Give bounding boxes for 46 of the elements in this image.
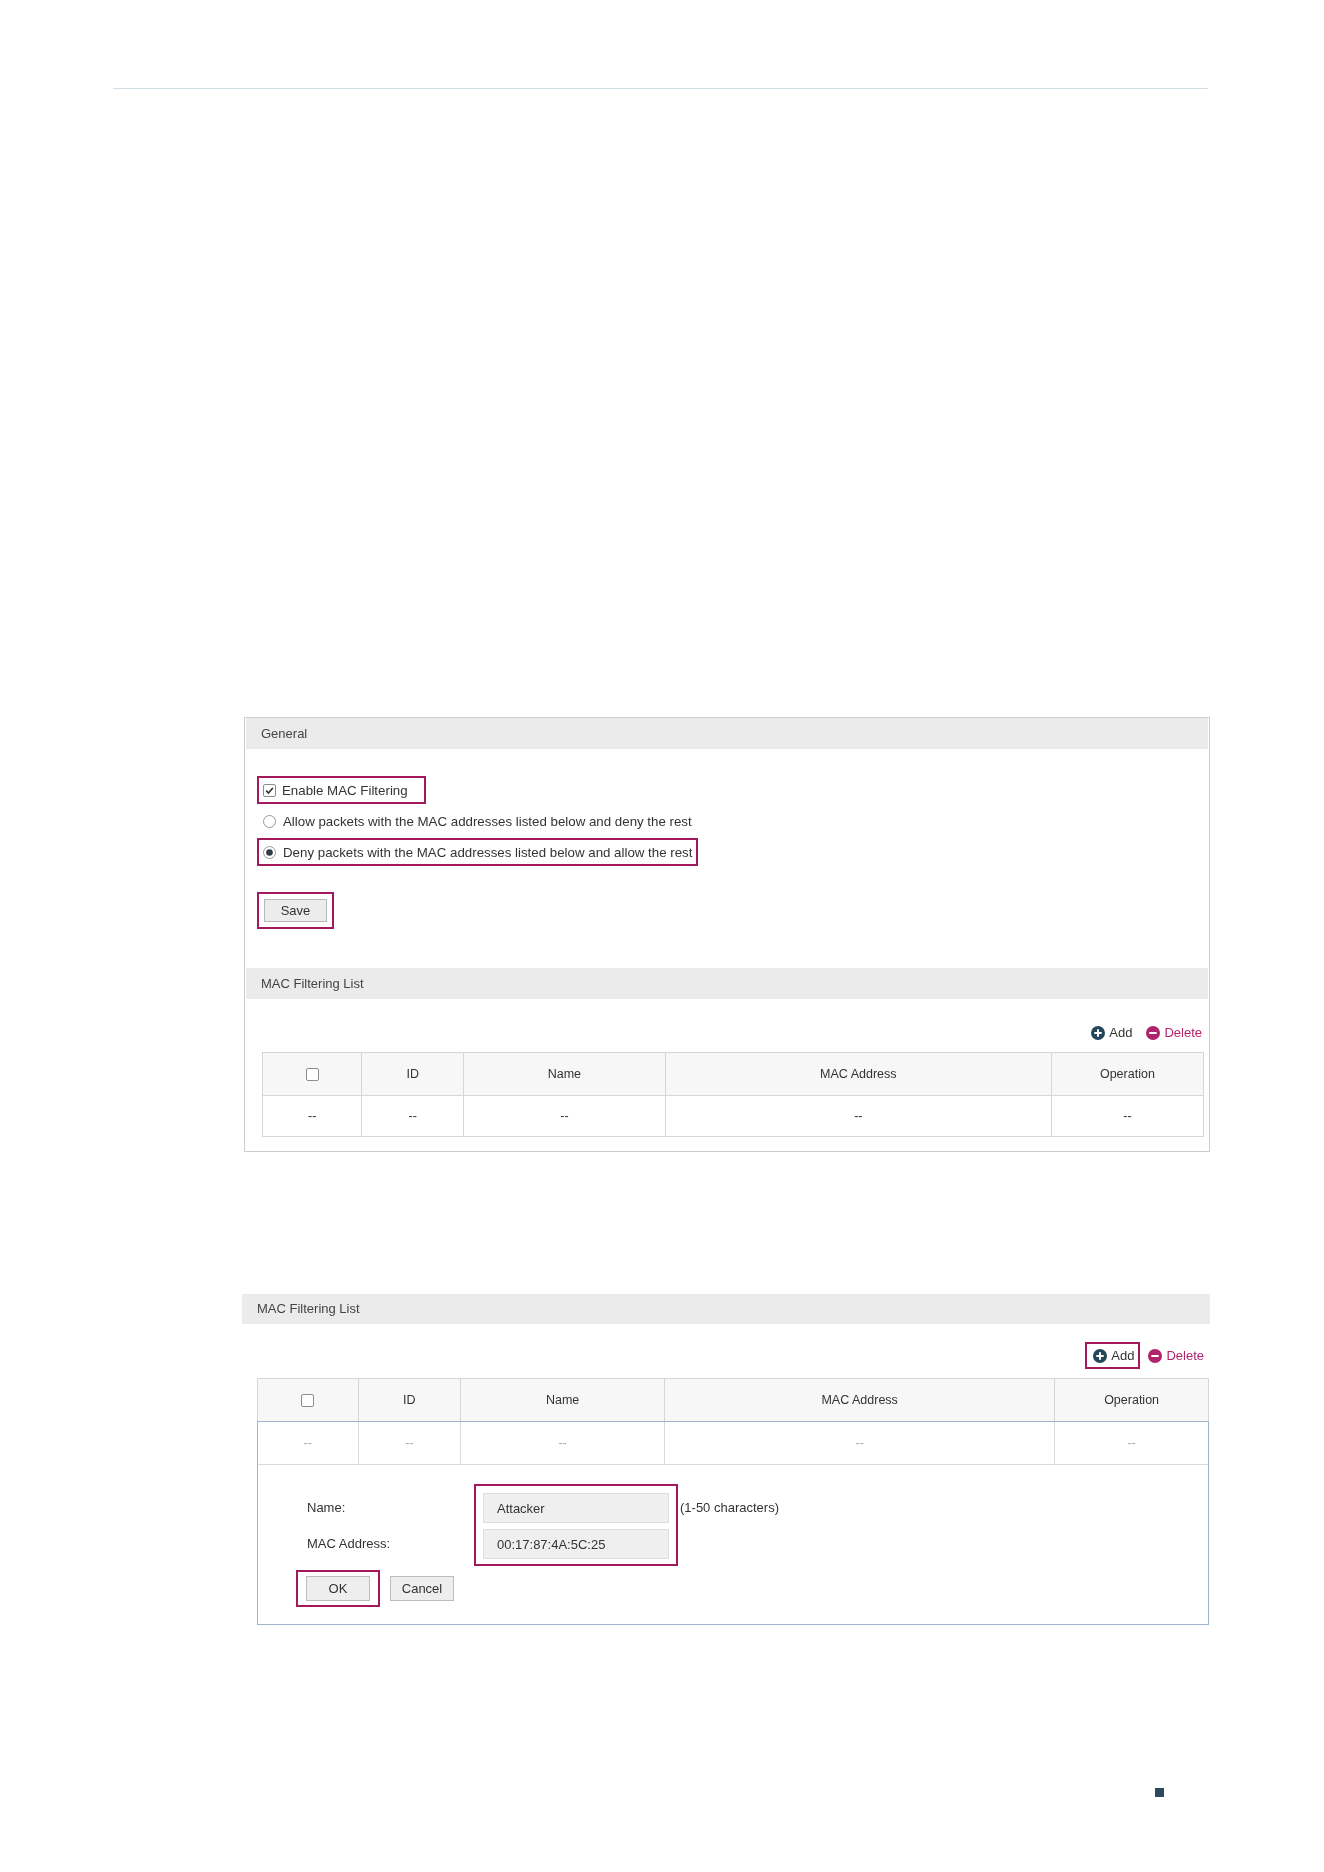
table-cell: -- — [258, 1422, 359, 1465]
checkbox[interactable] — [305, 1067, 319, 1081]
column-header: Name — [461, 1379, 666, 1421]
column-header: ID — [358, 1379, 462, 1421]
field-label: MAC Address: — [307, 1535, 392, 1553]
dialog-button[interactable]: Cancel — [390, 1576, 454, 1601]
dialog-button[interactable]: OK — [306, 1576, 370, 1601]
plus-circle-icon — [1091, 1025, 1106, 1040]
add-link[interactable]: Add — [1093, 1347, 1135, 1364]
minus-circle-icon — [1146, 1025, 1161, 1040]
save-button[interactable]: Save — [264, 899, 327, 922]
checkbox-label: Enable MAC Filtering — [282, 782, 408, 798]
table-cell: -- — [358, 1422, 462, 1465]
column-header: Name — [463, 1053, 666, 1095]
plus-circle-icon — [1093, 1348, 1108, 1363]
column-header: MAC Address — [665, 1053, 1052, 1095]
table-cell: -- — [1051, 1095, 1203, 1136]
delete-link[interactable]: Delete — [1146, 1024, 1202, 1041]
column-header: Operation — [1055, 1379, 1208, 1421]
table-cell: -- — [665, 1095, 1052, 1136]
field-hint: (1-50 characters) — [680, 1500, 779, 1515]
table-cell: -- — [263, 1095, 363, 1136]
text-field[interactable]: Attacker — [483, 1493, 669, 1523]
field-label: Name: — [307, 1499, 347, 1517]
section-header: General — [246, 718, 1208, 749]
delete-link[interactable]: Delete — [1148, 1347, 1204, 1364]
checkbox[interactable] — [301, 1393, 315, 1407]
table-cell: -- — [463, 1095, 666, 1136]
section-header: MAC Filtering List — [246, 968, 1208, 999]
minus-circle-icon — [1148, 1348, 1163, 1363]
column-header: Operation — [1051, 1053, 1203, 1095]
radio-button[interactable] — [263, 814, 276, 828]
column-header: MAC Address — [665, 1379, 1056, 1421]
table-cell: -- — [665, 1422, 1056, 1465]
radio-button[interactable] — [263, 845, 276, 859]
table-cell: -- — [362, 1095, 464, 1136]
column-header: ID — [362, 1053, 464, 1095]
checkbox[interactable] — [263, 783, 276, 797]
section-header: MAC Filtering List — [242, 1294, 1210, 1324]
radio-label: Deny packets with the MAC addresses listed below and allow the rest — [283, 844, 693, 860]
add-link[interactable]: Add — [1091, 1024, 1133, 1041]
square-bullet-icon — [1155, 1788, 1164, 1797]
text-field[interactable]: 00:17:87:4A:5C:25 — [483, 1529, 669, 1559]
radio-label: Allow packets with the MAC addresses listed below and deny the rest — [283, 813, 692, 829]
table-cell: -- — [461, 1422, 666, 1465]
table-cell: -- — [1055, 1422, 1208, 1465]
